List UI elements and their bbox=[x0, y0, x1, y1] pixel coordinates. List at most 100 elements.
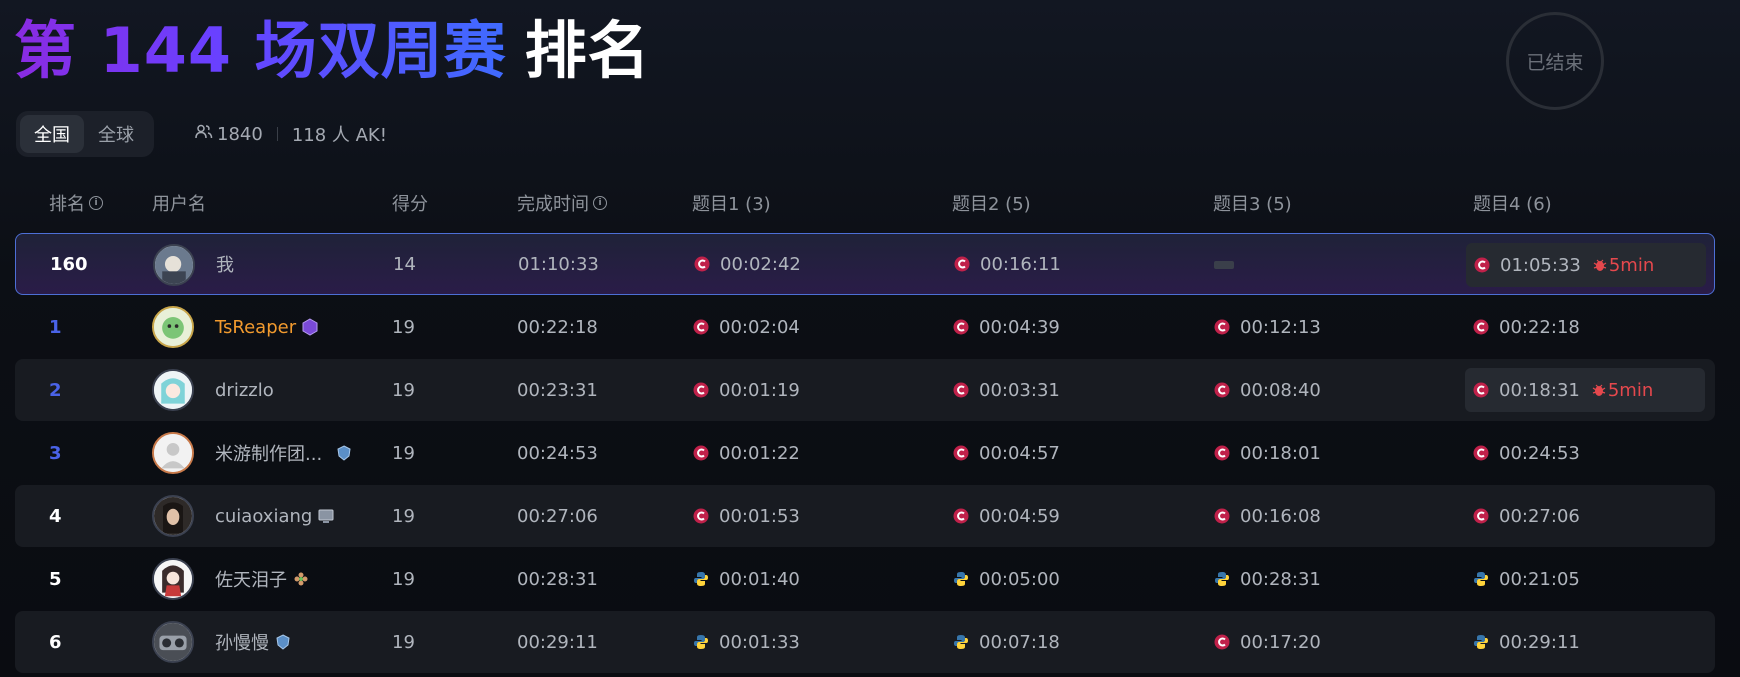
problem-1-cell[interactable]: 00:01:53 bbox=[693, 485, 800, 547]
problem-2-cell[interactable]: 00:07:18 bbox=[953, 611, 1060, 673]
rank-cell: 160 bbox=[50, 253, 88, 275]
guardian-badge-icon bbox=[302, 318, 318, 336]
problem-4-cell[interactable]: 00:29:11 bbox=[1473, 611, 1580, 673]
table-row[interactable]: 5 佐天泪子 19 00:28:31 00:01:40 00:05:00 00:… bbox=[15, 548, 1715, 610]
table-row[interactable]: 1 TsReaper 19 00:22:18 00:02:04 00:04:39… bbox=[15, 296, 1715, 358]
problem-1-cell[interactable]: 00:02:04 bbox=[693, 296, 800, 358]
rank-cell: 1 bbox=[49, 316, 62, 338]
table-header: 排名 i 用户名 得分 完成时间 i 题目1 (3) 题目2 (5) 题目3 (5)… bbox=[0, 188, 1740, 218]
cpp-icon bbox=[1473, 445, 1489, 461]
avatar[interactable] bbox=[152, 369, 194, 411]
score-cell: 19 bbox=[392, 568, 415, 590]
finish-time-cell: 00:28:31 bbox=[517, 568, 598, 590]
username[interactable]: 米游制作团... bbox=[215, 422, 352, 484]
cpp-icon bbox=[1473, 319, 1489, 335]
header-problem-1: 题目1 (3) bbox=[692, 194, 771, 215]
problem-3-cell[interactable]: 00:08:40 bbox=[1214, 359, 1321, 421]
table-row-current-user[interactable]: 160 我 14 01:10:33 00:02:42 00:16:11 01:0… bbox=[15, 233, 1715, 295]
avatar[interactable] bbox=[153, 244, 195, 286]
python-icon bbox=[1473, 634, 1489, 650]
rank-cell: 5 bbox=[49, 568, 62, 590]
problem-4-cell[interactable]: 00:24:53 bbox=[1473, 422, 1580, 484]
username[interactable]: 我 bbox=[216, 234, 234, 294]
rank-cell: 6 bbox=[49, 631, 62, 653]
problem-2-cell[interactable]: 00:04:39 bbox=[953, 296, 1060, 358]
header-problem-3: 题目3 (5) bbox=[1213, 194, 1292, 215]
table-row[interactable]: 2 drizzlo 19 00:23:31 00:01:19 00:03:31 … bbox=[15, 359, 1715, 421]
finish-time-cell: 00:24:53 bbox=[517, 442, 598, 464]
cpp-icon bbox=[953, 508, 969, 524]
problem-2-cell[interactable]: 00:04:57 bbox=[953, 422, 1060, 484]
finish-time-cell: 00:22:18 bbox=[517, 316, 598, 338]
problem-3-cell[interactable]: 00:16:08 bbox=[1214, 485, 1321, 547]
ranking-table: 160 我 14 01:10:33 00:02:42 00:16:11 01:0… bbox=[15, 233, 1715, 674]
cpp-icon bbox=[693, 382, 709, 398]
problem-3-cell[interactable]: 00:17:20 bbox=[1214, 611, 1321, 673]
ak-count: 118 人 AK! bbox=[291, 125, 387, 146]
score-cell: 19 bbox=[392, 316, 415, 338]
username[interactable]: 佐天泪子 bbox=[215, 548, 309, 610]
scope-option-national[interactable]: 全国 bbox=[20, 115, 84, 153]
problem-2-cell[interactable]: 00:16:11 bbox=[954, 234, 1061, 294]
table-row[interactable]: 3 米游制作团... 19 00:24:53 00:01:22 00:04:57… bbox=[15, 422, 1715, 484]
avatar[interactable] bbox=[152, 432, 194, 474]
contest-status-badge: 已结束 bbox=[1506, 12, 1604, 110]
avatar[interactable] bbox=[152, 558, 194, 600]
problem-4-cell[interactable]: 00:27:06 bbox=[1473, 485, 1580, 547]
python-icon bbox=[693, 634, 709, 650]
score-cell: 19 bbox=[392, 442, 415, 464]
problem-1-cell[interactable]: 00:01:40 bbox=[693, 548, 800, 610]
avatar[interactable] bbox=[152, 495, 194, 537]
table-row[interactable]: 4 cuiaoxiang 19 00:27:06 00:01:53 00:04:… bbox=[15, 485, 1715, 547]
problem-4-cell[interactable]: 00:22:18 bbox=[1473, 296, 1580, 358]
python-icon bbox=[1214, 571, 1230, 587]
problem-4-cell[interactable]: 01:05:33 5min bbox=[1466, 243, 1706, 287]
score-cell: 14 bbox=[393, 253, 416, 275]
problem-3-cell[interactable]: 00:18:01 bbox=[1214, 422, 1321, 484]
scope-option-global[interactable]: 全球 bbox=[84, 115, 148, 153]
problem-1-cell[interactable]: 00:01:19 bbox=[693, 359, 800, 421]
table-row[interactable]: 6 孙慢慢 19 00:29:11 00:01:33 00:07:18 00:1… bbox=[15, 611, 1715, 673]
flower-badge-icon bbox=[293, 571, 309, 587]
rank-cell: 4 bbox=[49, 505, 62, 527]
cpp-icon bbox=[694, 256, 710, 272]
username[interactable]: cuiaoxiang bbox=[215, 485, 334, 547]
cpp-icon bbox=[1474, 257, 1490, 273]
avatar[interactable] bbox=[152, 306, 194, 348]
title-suffix: 排名 bbox=[524, 14, 651, 87]
avatar[interactable] bbox=[152, 621, 194, 663]
username[interactable]: TsReaper bbox=[215, 296, 318, 358]
problem-1-cell[interactable]: 00:02:42 bbox=[694, 234, 801, 294]
header-finish-time: 完成时间 i bbox=[517, 188, 607, 218]
score-cell: 19 bbox=[392, 505, 415, 527]
cpp-icon bbox=[1473, 382, 1489, 398]
finish-time-cell: 00:27:06 bbox=[517, 505, 598, 527]
header-username: 用户名 bbox=[152, 194, 206, 215]
cpp-icon bbox=[953, 382, 969, 398]
info-icon[interactable]: i bbox=[89, 196, 103, 210]
page-title: 第 144 场双周赛 排名 bbox=[14, 8, 651, 94]
finish-time-cell: 00:23:31 bbox=[517, 379, 598, 401]
knight-badge-icon bbox=[275, 634, 291, 650]
problem-1-cell[interactable]: 00:01:33 bbox=[693, 611, 800, 673]
penalty-label: 5min bbox=[1593, 255, 1654, 276]
problem-4-cell[interactable]: 00:18:31 5min bbox=[1465, 368, 1705, 412]
scope-toggle: 全国 全球 bbox=[16, 111, 154, 157]
users-icon bbox=[195, 124, 217, 145]
cpp-icon bbox=[1473, 508, 1489, 524]
info-icon[interactable]: i bbox=[593, 196, 607, 210]
username[interactable]: 孙慢慢 bbox=[215, 611, 291, 673]
username[interactable]: drizzlo bbox=[215, 359, 274, 421]
problem-2-cell[interactable]: 00:04:59 bbox=[953, 485, 1060, 547]
python-icon bbox=[1473, 571, 1489, 587]
problem-2-cell[interactable]: 00:05:00 bbox=[953, 548, 1060, 610]
python-icon bbox=[953, 571, 969, 587]
problem-3-cell[interactable]: 00:12:13 bbox=[1214, 296, 1321, 358]
problem-2-cell[interactable]: 00:03:31 bbox=[953, 359, 1060, 421]
problem-4-cell[interactable]: 00:21:05 bbox=[1473, 548, 1580, 610]
cpp-icon bbox=[1214, 445, 1230, 461]
finish-time-cell: 00:29:11 bbox=[517, 631, 598, 653]
problem-3-cell[interactable]: 00:28:31 bbox=[1214, 548, 1321, 610]
python-icon bbox=[693, 571, 709, 587]
problem-1-cell[interactable]: 00:01:22 bbox=[693, 422, 800, 484]
